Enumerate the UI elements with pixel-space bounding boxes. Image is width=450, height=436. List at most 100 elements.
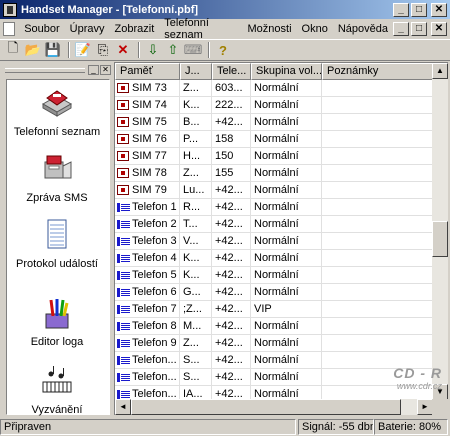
- memory-label: Telefon...: [132, 388, 177, 400]
- status-bar: Připraven Signál: -55 dbm Baterie: 80%: [0, 418, 450, 436]
- sidebar-item-event-log[interactable]: Protokol událostí: [7, 218, 107, 271]
- cell-phone: +42...: [212, 267, 251, 284]
- cell-memory: Telefon 5: [115, 267, 180, 284]
- phonebook-table: Paměť J... Tele... Skupina vol... Poznám…: [114, 62, 448, 415]
- menu-zobrazit[interactable]: Zobrazit: [110, 23, 160, 35]
- panel-close-button[interactable]: ✕: [100, 65, 111, 75]
- table-row[interactable]: SIM 75 B... +42... Normální: [115, 114, 433, 131]
- cell-group: Normální: [251, 250, 322, 267]
- close-button[interactable]: ✕: [431, 2, 447, 17]
- table-row[interactable]: SIM 79 Lu... +42... Normální: [115, 182, 433, 199]
- horizontal-scroll-thumb[interactable]: [131, 399, 401, 415]
- sidebar-item-phonebook[interactable]: Telefonní seznam: [7, 86, 107, 139]
- cell-name: ;Z...: [180, 301, 212, 318]
- open-folder-icon[interactable]: 📂: [24, 41, 42, 59]
- table-row[interactable]: Telefon 9 Z... +42... Normální: [115, 335, 433, 352]
- document-icon[interactable]: [3, 22, 16, 36]
- edit-icon[interactable]: 📝: [74, 41, 92, 59]
- table-body: SIM 73 Z... 603... Normální SIM 74 K... 222...…: [115, 80, 433, 400]
- menu-upravy[interactable]: Úpravy: [65, 23, 110, 35]
- cell-phone: +42...: [212, 335, 251, 352]
- memory-label: Telefon 2: [132, 218, 177, 230]
- table-row[interactable]: SIM 76 P... 158 Normální: [115, 131, 433, 148]
- sidebar-item-logo-editor[interactable]: Editor loga: [7, 296, 107, 349]
- table-row[interactable]: Telefon 3 V... +42... Normální: [115, 233, 433, 250]
- save-icon[interactable]: 💾: [44, 41, 62, 59]
- copy-icon[interactable]: ⎘: [94, 41, 112, 59]
- table-row[interactable]: SIM 77 H... 150 Normální: [115, 148, 433, 165]
- table-row[interactable]: SIM 78 Z... 155 Normální: [115, 165, 433, 182]
- delete-icon[interactable]: ✕: [114, 41, 132, 59]
- minimize-button[interactable]: _: [393, 2, 409, 17]
- horizontal-scrollbar[interactable]: ◄ ►: [115, 399, 433, 415]
- keyboard-icon[interactable]: ⌨: [184, 41, 203, 59]
- cell-memory: SIM 74: [115, 97, 180, 114]
- side-panel: _ ✕ Telefonní seznam Zpráva SMS Protokol…: [2, 63, 112, 416]
- maximize-button[interactable]: □: [411, 2, 427, 17]
- table-row[interactable]: SIM 73 Z... 603... Normální: [115, 80, 433, 97]
- menu-okno[interactable]: Okno: [297, 23, 333, 35]
- scroll-up-button[interactable]: ▲: [432, 63, 448, 79]
- table-row[interactable]: Telefon 2 T... +42... Normální: [115, 216, 433, 233]
- cell-memory: SIM 75: [115, 114, 180, 131]
- help-icon[interactable]: ?: [214, 41, 232, 59]
- vertical-scrollbar[interactable]: ▲ ▼: [432, 63, 448, 400]
- cell-notes: [322, 165, 433, 182]
- pc-to-phone-icon[interactable]: ⇧: [164, 41, 182, 59]
- doc-close-button[interactable]: ✕: [431, 22, 447, 36]
- sidebar-item-ringtones[interactable]: Vyzvánění: [7, 364, 107, 417]
- table-row[interactable]: Telefon 8 M... +42... Normální: [115, 318, 433, 335]
- scroll-right-button[interactable]: ►: [417, 399, 433, 415]
- table-row[interactable]: SIM 74 K... 222... Normální: [115, 97, 433, 114]
- cell-name: M...: [180, 318, 212, 335]
- phone-memory-icon: [117, 270, 130, 281]
- table-row[interactable]: Telefon 5 K... +42... Normální: [115, 267, 433, 284]
- column-phone[interactable]: Tele...: [212, 63, 251, 80]
- cell-phone: 222...: [212, 97, 251, 114]
- menu-moznosti[interactable]: Možnosti: [243, 23, 297, 35]
- phone-memory-icon: [117, 219, 130, 230]
- menu-telefonni-seznam[interactable]: Telefonní seznam: [159, 17, 242, 41]
- cell-memory: SIM 76: [115, 131, 180, 148]
- side-list: Telefonní seznam Zpráva SMS Protokol udá…: [6, 79, 110, 417]
- scroll-left-button[interactable]: ◄: [115, 399, 131, 415]
- phone-memory-icon: [117, 304, 130, 315]
- cell-notes: [322, 301, 433, 318]
- cell-name: B...: [180, 114, 212, 131]
- column-memory[interactable]: Paměť: [115, 63, 180, 80]
- sms-icon: [44, 155, 72, 179]
- column-group[interactable]: Skupina vol...: [251, 63, 322, 80]
- panel-minimize-button[interactable]: _: [88, 65, 99, 75]
- doc-restore-button[interactable]: □: [411, 22, 427, 36]
- cell-memory: Telefon 2: [115, 216, 180, 233]
- table-row[interactable]: Telefon 4 K... +42... Normální: [115, 250, 433, 267]
- sidebar-item-sms[interactable]: Zpráva SMS: [7, 152, 107, 205]
- cell-memory: SIM 78: [115, 165, 180, 182]
- sim-card-icon: [117, 100, 129, 110]
- cell-notes: [322, 318, 433, 335]
- cell-phone: 150: [212, 148, 251, 165]
- table-row[interactable]: Telefon 7 ;Z... +42... VIP: [115, 301, 433, 318]
- cell-phone: +42...: [212, 386, 251, 400]
- phone-memory-icon: [117, 372, 130, 383]
- cell-memory: Telefon 7: [115, 301, 180, 318]
- panel-grip[interactable]: [5, 67, 85, 73]
- vertical-scroll-thumb[interactable]: [432, 221, 448, 257]
- table-row[interactable]: Telefon 6 G... +42... Normální: [115, 284, 433, 301]
- cell-memory: SIM 77: [115, 148, 180, 165]
- memory-label: SIM 75: [132, 116, 167, 128]
- column-name[interactable]: J...: [180, 63, 212, 80]
- column-notes[interactable]: Poznámky: [322, 63, 433, 80]
- memory-label: SIM 74: [132, 99, 167, 111]
- menu-napoveda[interactable]: Nápověda: [333, 23, 393, 35]
- cell-name: Lu...: [180, 182, 212, 199]
- doc-minimize-button[interactable]: _: [393, 22, 409, 36]
- cell-notes: [322, 80, 433, 97]
- phone-to-pc-icon[interactable]: ⇩: [144, 41, 162, 59]
- cell-notes: [322, 97, 433, 114]
- new-file-icon[interactable]: 🗋: [4, 40, 22, 59]
- cell-name: V...: [180, 233, 212, 250]
- menu-soubor[interactable]: Soubor: [19, 23, 64, 35]
- table-row[interactable]: Telefon 1 R... +42... Normální: [115, 199, 433, 216]
- phone-memory-icon: [117, 338, 130, 349]
